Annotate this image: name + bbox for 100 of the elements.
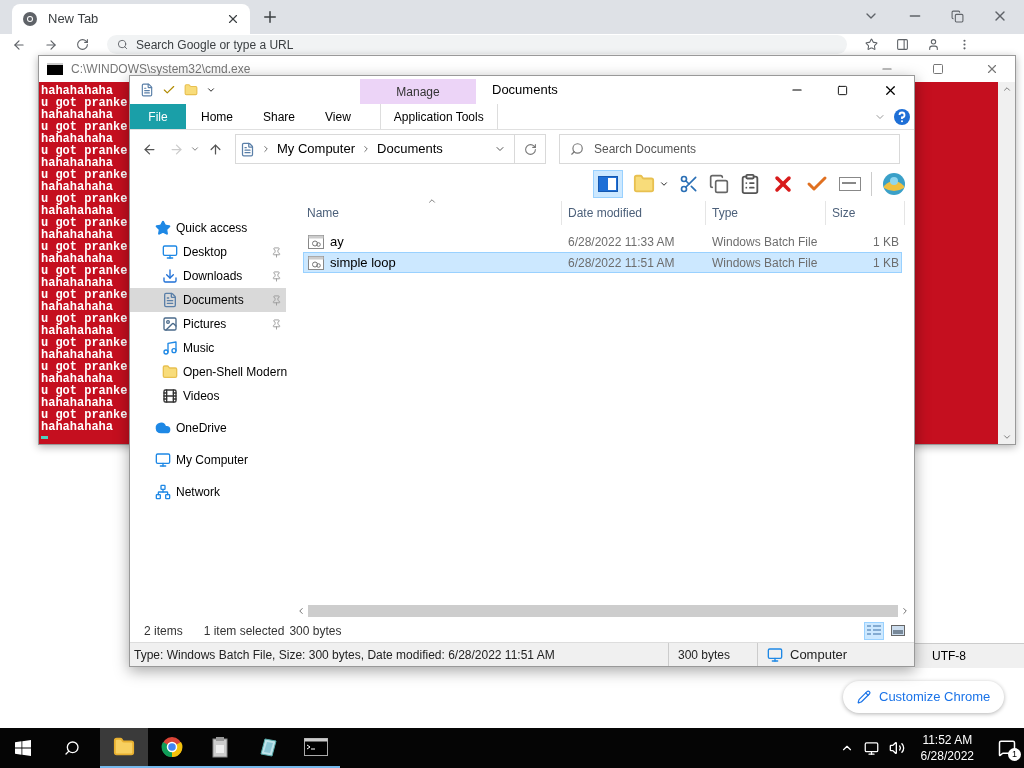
properties-icon[interactable]: [140, 83, 154, 97]
monitor-icon: [155, 452, 171, 468]
customize-chrome-button[interactable]: Customize Chrome: [843, 681, 1005, 713]
new-tab-icon[interactable]: [261, 8, 279, 26]
column-header[interactable]: Date modified: [562, 201, 706, 225]
file-row[interactable]: ay 6/28/2022 11:33 AM Windows Batch File 1 KB: [303, 231, 902, 252]
date-cell-text: 6/28/2022 11:51 AM: [567, 254, 676, 272]
nav-item[interactable]: Desktop: [130, 240, 286, 264]
search-icon: [570, 142, 584, 156]
size-cell-text: 1 KB: [872, 233, 900, 251]
file-name: ay: [330, 232, 344, 251]
speaker-icon[interactable]: [888, 740, 905, 756]
scroll-left-icon[interactable]: [296, 606, 306, 616]
file-row[interactable]: simple loop 6/28/2022 11:51 AM Windows Batch File 1 KB: [303, 252, 902, 273]
profile-icon[interactable]: [927, 38, 940, 51]
console-line: hahahahaha: [41, 205, 113, 217]
recent-locations-icon[interactable]: [190, 144, 200, 154]
cloud-icon: [155, 420, 171, 436]
copy-icon[interactable]: [709, 174, 729, 194]
scroll-right-icon[interactable]: [900, 606, 910, 616]
notification-badge: 1: [1008, 748, 1021, 761]
nav-item[interactable]: Quick access: [130, 216, 286, 240]
pane-icon: [598, 176, 618, 192]
clipboard-icon[interactable]: [739, 173, 761, 195]
console-line: hahahahaha: [41, 133, 113, 145]
folder-icon: [162, 364, 178, 380]
batch-file-icon: [308, 255, 324, 270]
breadcrumb[interactable]: Documents: [377, 139, 443, 159]
column-header[interactable]: Name: [303, 201, 562, 225]
nav-item[interactable]: Pictures: [130, 312, 286, 336]
refresh-icon: [523, 142, 537, 156]
console-line: u got pranke: [41, 145, 128, 157]
taskbar-app[interactable]: [100, 728, 148, 768]
ribbon-tab[interactable]: Application Tools: [379, 104, 498, 129]
scissors-icon[interactable]: [679, 174, 699, 194]
scroll-thumb[interactable]: [308, 605, 898, 617]
preview-pane-button[interactable]: [593, 170, 623, 198]
dropdown-icon[interactable]: [659, 179, 669, 189]
network-icon[interactable]: [863, 740, 879, 756]
forward-icon[interactable]: [44, 37, 58, 52]
nav-item[interactable]: OneDrive: [130, 416, 286, 440]
console-line: u got pranke: [41, 265, 128, 277]
console-line: hahahahaha: [41, 85, 113, 97]
item-count: 2 items: [144, 622, 183, 640]
network-icon: [155, 484, 171, 500]
console-line: u got pranke: [41, 121, 128, 133]
browser-tab[interactable]: New Tab: [12, 4, 250, 34]
search-icon[interactable]: [64, 740, 80, 756]
back-icon[interactable]: [142, 141, 157, 157]
round-browser-icon: [161, 736, 183, 758]
up-icon[interactable]: [208, 141, 223, 157]
help-icon[interactable]: [894, 108, 910, 125]
console-line: u got pranke: [41, 289, 128, 301]
console-line: u got pranke: [41, 97, 128, 109]
console-line: u got pranke: [41, 409, 128, 421]
close-icon[interactable]: [226, 12, 240, 26]
customize-icon[interactable]: [206, 85, 216, 95]
size-cell-text: 1 KB: [872, 254, 900, 272]
round-browser-icon: [22, 11, 38, 27]
nav-item[interactable]: Downloads: [130, 264, 286, 288]
date-label: 6/28/2022: [920, 748, 974, 764]
nav-item[interactable]: Music: [130, 336, 286, 360]
address-input[interactable]: Search Google or type a URL: [136, 36, 837, 53]
breadcrumb[interactable]: My Computer: [277, 139, 356, 159]
console-line: hahahahaha: [41, 181, 113, 193]
music-note-icon: [162, 340, 178, 356]
nav-item[interactable]: Open-Shell Modern: [130, 360, 286, 384]
nav-item[interactable]: My Computer: [130, 448, 286, 472]
selection-size: 300 bytes: [289, 622, 342, 640]
back-icon[interactable]: [12, 37, 26, 52]
nav-item[interactable]: Network: [130, 480, 286, 504]
refresh-button[interactable]: [515, 134, 546, 164]
restore-icon[interactable]: [951, 9, 964, 23]
console-line: hahahahaha: [41, 277, 113, 289]
search-field[interactable]: Search Documents: [559, 134, 900, 164]
search-input[interactable]: Search Documents: [594, 140, 899, 158]
terminal-icon: [304, 738, 328, 756]
shell-icon[interactable]: [882, 172, 906, 196]
maximize-icon[interactable]: [837, 84, 848, 96]
address-bar[interactable]: Search Google or type a URL: [107, 35, 847, 54]
ribbon-tab[interactable]: View: [310, 104, 366, 129]
reload-icon[interactable]: [76, 38, 89, 51]
nav-item[interactable]: Documents: [130, 288, 286, 312]
console-line: u got pranke: [41, 361, 128, 373]
console-line: hahahahaha: [41, 253, 113, 265]
column-header[interactable]: Size: [826, 201, 905, 225]
clock[interactable]: 11:52 AM 6/28/2022: [914, 732, 980, 764]
nav-item[interactable]: Videos: [130, 384, 286, 408]
star-icon[interactable]: [865, 38, 878, 51]
checkmark-icon[interactable]: [162, 83, 176, 97]
column-header[interactable]: Type: [706, 201, 826, 225]
start-icon[interactable]: [15, 740, 31, 756]
console-line: hahahahaha: [41, 349, 113, 361]
address-bar[interactable]: My Computer Documents: [235, 134, 515, 164]
side-panel-icon[interactable]: [896, 38, 909, 51]
ribbon-tab[interactable]: Home: [186, 104, 248, 129]
document-icon: [240, 141, 255, 157]
ribbon-tab[interactable]: Share: [248, 104, 311, 129]
rename-icon[interactable]: [839, 177, 861, 191]
notification-icon[interactable]: [998, 739, 1016, 757]
